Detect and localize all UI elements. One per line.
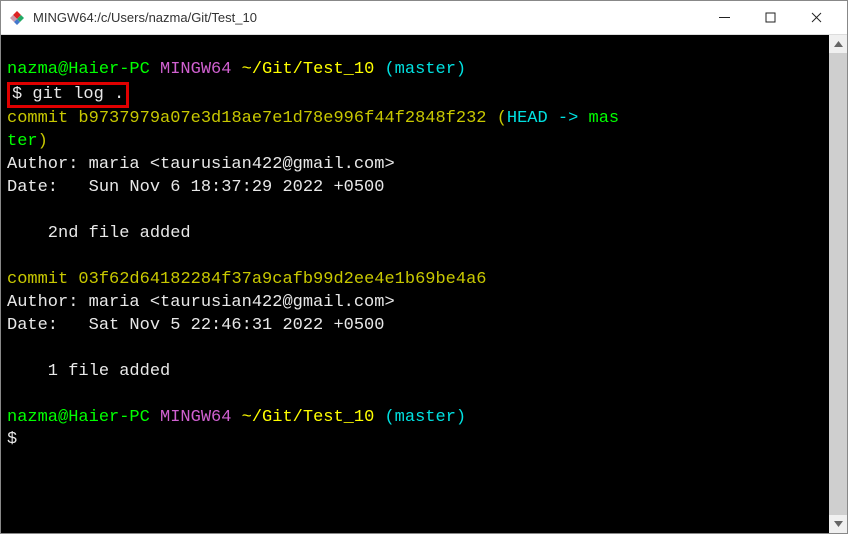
minimize-button[interactable] (701, 3, 747, 33)
prompt-user-host: nazma@Haier-PC (7, 60, 150, 79)
commit-message: 1 file added (7, 361, 841, 384)
prompt-branch: (master) (384, 60, 466, 79)
scrollbar-up-button[interactable] (829, 35, 847, 53)
terminal-area[interactable]: nazma@Haier-PC MINGW64 ~/Git/Test_10 (ma… (1, 35, 847, 533)
window-controls (701, 3, 839, 33)
commit-header-cont: ter) (7, 131, 841, 154)
prompt-path: ~/Git/Test_10 (242, 408, 375, 427)
command-line: $ git log . (7, 82, 841, 108)
scrollbar[interactable] (829, 35, 847, 533)
commit-header: commit b9737979a07e3d18ae7e1d78e996f44f2… (7, 108, 841, 131)
date-line: Date: Sat Nov 5 22:46:31 2022 +0500 (7, 315, 841, 338)
maximize-button[interactable] (747, 3, 793, 33)
close-button[interactable] (793, 3, 839, 33)
prompt-user-host: nazma@Haier-PC (7, 408, 150, 427)
author-line: Author: maria <taurusian422@gmail.com> (7, 154, 841, 177)
window-titlebar: MINGW64:/c/Users/nazma/Git/Test_10 (1, 1, 847, 35)
scrollbar-down-button[interactable] (829, 515, 847, 533)
commit-header: commit 03f62d64182284f37a9cafb99d2ee4e1b… (7, 269, 841, 292)
date-line: Date: Sun Nov 6 18:37:29 2022 +0500 (7, 177, 841, 200)
prompt-line: nazma@Haier-PC MINGW64 ~/Git/Test_10 (ma… (7, 407, 841, 430)
prompt-env: MINGW64 (160, 60, 231, 79)
branch-ref-cont: ter (7, 132, 38, 151)
command-text: git log . (32, 85, 124, 104)
commit-hash: 03f62d64182284f37a9cafb99d2ee4e1b69be4a6 (78, 270, 486, 289)
head-ref: HEAD -> (507, 109, 589, 128)
branch-ref: mas (589, 109, 620, 128)
commit-label: commit (7, 109, 68, 128)
prompt-env: MINGW64 (160, 408, 231, 427)
prompt-symbol: $ (12, 85, 22, 104)
scrollbar-thumb[interactable] (829, 53, 847, 515)
highlighted-command: $ git log . (7, 82, 129, 108)
prompt-path: ~/Git/Test_10 (242, 60, 375, 79)
app-icon (9, 10, 25, 26)
commit-label: commit (7, 270, 68, 289)
commit-hash: b9737979a07e3d18ae7e1d78e996f44f2848f232 (78, 109, 486, 128)
commit-message: 2nd file added (7, 223, 841, 246)
prompt-symbol: $ (7, 429, 841, 452)
prompt-line: nazma@Haier-PC MINGW64 ~/Git/Test_10 (ma… (7, 59, 841, 82)
window-title: MINGW64:/c/Users/nazma/Git/Test_10 (33, 10, 701, 25)
author-line: Author: maria <taurusian422@gmail.com> (7, 292, 841, 315)
prompt-branch: (master) (384, 408, 466, 427)
ref-paren-close: ) (38, 132, 48, 151)
ref-paren-open: ( (487, 109, 507, 128)
